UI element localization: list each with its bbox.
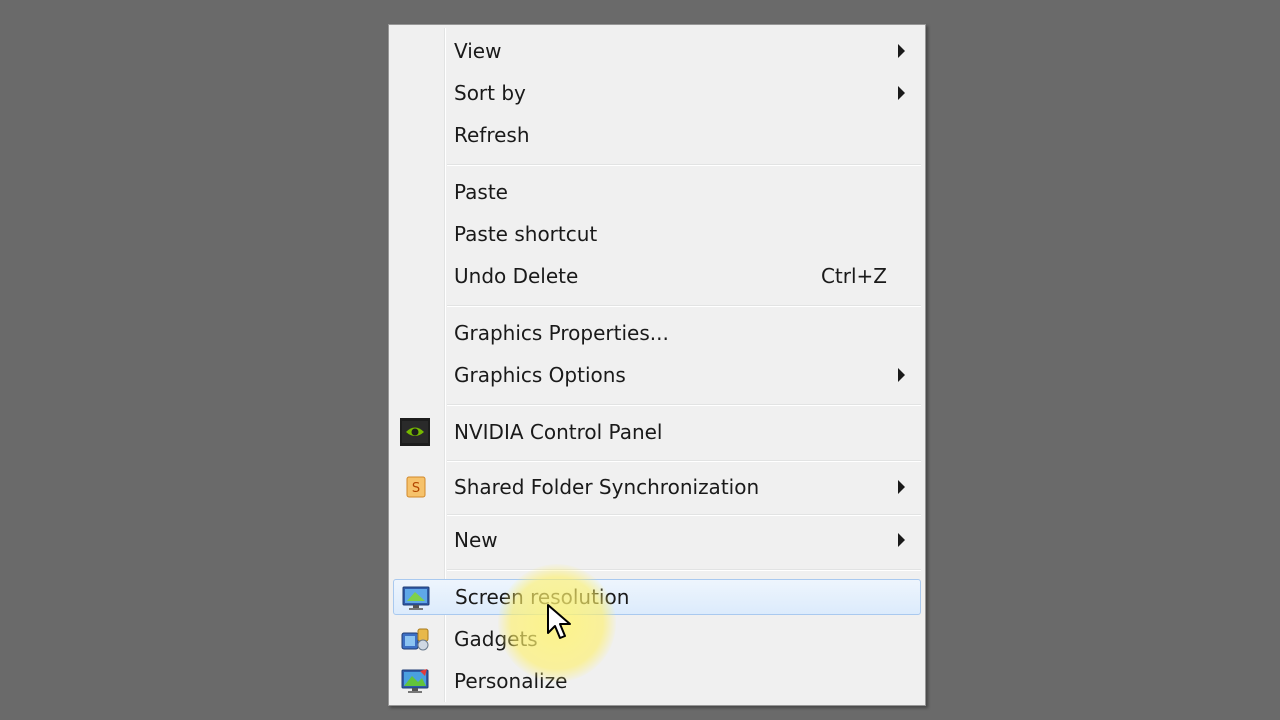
menu-item-label: NVIDIA Control Panel	[454, 420, 663, 444]
screen-resolution-icon	[401, 584, 431, 612]
submenu-arrow-icon	[898, 86, 905, 100]
menu-item-sort-by[interactable]: Sort by	[393, 75, 921, 111]
menu-item-paste[interactable]: Paste	[393, 174, 921, 210]
menu-separator	[447, 460, 921, 462]
menu-item-label: Paste shortcut	[454, 222, 598, 246]
menu-item-label: Gadgets	[454, 627, 538, 651]
submenu-arrow-icon	[898, 368, 905, 382]
svg-text:S: S	[412, 481, 420, 496]
menu-item-label: Graphics Options	[454, 363, 626, 387]
menu-item-label: Personalize	[454, 669, 568, 693]
nvidia-icon	[400, 418, 430, 446]
menu-item-label: Graphics Properties...	[454, 321, 669, 345]
submenu-arrow-icon	[898, 480, 905, 494]
menu-item-nvidia-control-panel[interactable]: NVIDIA Control Panel	[393, 414, 921, 450]
menu-item-label: View	[454, 39, 502, 63]
menu-item-personalize[interactable]: Personalize	[393, 663, 921, 699]
menu-item-label: Undo Delete	[454, 264, 579, 288]
menu-item-label: Sort by	[454, 81, 526, 105]
menu-item-label: Refresh	[454, 123, 530, 147]
shared-folder-sync-icon: S	[400, 473, 430, 501]
menu-item-graphics-properties[interactable]: Graphics Properties...	[393, 315, 921, 351]
menu-item-refresh[interactable]: Refresh	[393, 117, 921, 153]
submenu-arrow-icon	[898, 44, 905, 58]
menu-separator	[447, 514, 921, 516]
menu-item-label: Screen resolution	[455, 585, 630, 609]
menu-item-graphics-options[interactable]: Graphics Options	[393, 357, 921, 393]
menu-separator	[447, 569, 921, 571]
menu-item-shared-folder-sync[interactable]: S Shared Folder Synchronization	[393, 469, 921, 505]
menu-separator	[447, 404, 921, 406]
gadgets-icon	[400, 625, 430, 653]
mouse-pointer-icon	[547, 604, 571, 639]
menu-item-undo-delete[interactable]: Undo Delete Ctrl+Z	[393, 258, 921, 294]
desktop-context-menu: View Sort by Refresh Paste Paste shortcu…	[388, 24, 926, 706]
menu-item-label: New	[454, 528, 498, 552]
menu-item-label: Paste	[454, 180, 508, 204]
menu-separator	[447, 164, 921, 166]
menu-item-view[interactable]: View	[393, 33, 921, 69]
menu-item-shortcut: Ctrl+Z	[820, 264, 887, 288]
personalize-icon	[400, 667, 430, 695]
menu-item-label: Shared Folder Synchronization	[454, 475, 760, 499]
menu-item-gadgets[interactable]: Gadgets	[393, 621, 921, 657]
menu-item-paste-shortcut[interactable]: Paste shortcut	[393, 216, 921, 252]
menu-item-new[interactable]: New	[393, 522, 921, 558]
submenu-arrow-icon	[898, 533, 905, 547]
menu-item-screen-resolution[interactable]: Screen resolution	[393, 579, 921, 615]
menu-separator	[447, 305, 921, 307]
